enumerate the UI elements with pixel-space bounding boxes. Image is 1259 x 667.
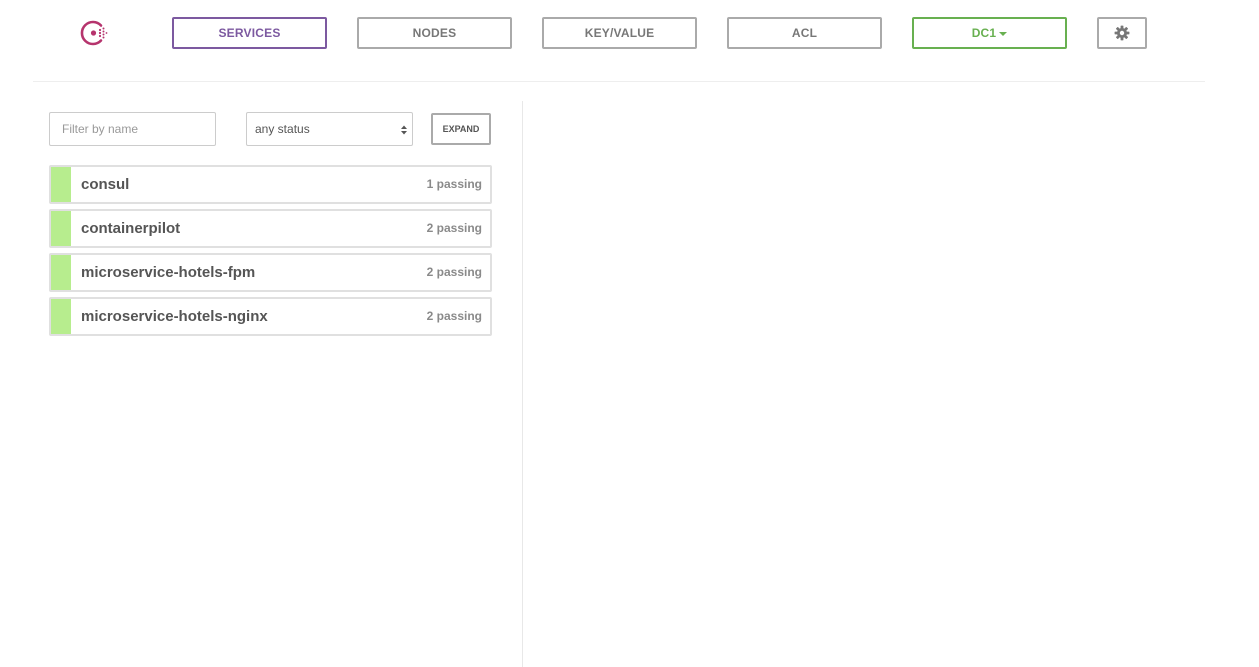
header-divider — [33, 81, 1205, 82]
select-arrows-icon — [400, 124, 408, 136]
service-name: consul — [81, 176, 130, 193]
service-name: containerpilot — [81, 220, 181, 237]
passing-status-indicator — [51, 211, 71, 246]
service-check-status: 2 passing — [426, 265, 482, 279]
nav-nodes-button[interactable]: NODES — [357, 17, 512, 49]
expand-button[interactable]: EXPAND — [431, 113, 491, 145]
nav-nodes-label: NODES — [412, 26, 457, 40]
service-row-microservice-hotels-nginx[interactable]: microservice-hotels-nginx 2 passing — [49, 297, 492, 336]
filter-by-name-input[interactable] — [49, 112, 216, 146]
nav-key-value-button[interactable]: KEY/VALUE — [542, 17, 697, 49]
passing-status-indicator — [51, 255, 71, 290]
consul-logo-icon[interactable] — [79, 17, 111, 49]
column-divider — [522, 101, 523, 667]
nav-acl-button[interactable]: ACL — [727, 17, 882, 49]
gear-icon — [1114, 25, 1130, 41]
nav-services-label: SERVICES — [218, 26, 281, 40]
expand-label: EXPAND — [442, 124, 480, 134]
service-check-status: 1 passing — [426, 177, 482, 191]
service-name: microservice-hotels-fpm — [81, 264, 256, 281]
service-list: consul 1 passing containerpilot 2 passin… — [49, 165, 492, 341]
passing-status-indicator — [51, 299, 71, 334]
service-row-containerpilot[interactable]: containerpilot 2 passing — [49, 209, 492, 248]
service-name: microservice-hotels-nginx — [81, 308, 268, 325]
service-check-status: 2 passing — [426, 309, 482, 323]
service-check-status: 2 passing — [426, 221, 482, 235]
service-row-microservice-hotels-fpm[interactable]: microservice-hotels-fpm 2 passing — [49, 253, 492, 292]
caret-down-icon — [999, 32, 1008, 36]
nav-key-value-label: KEY/VALUE — [584, 26, 655, 40]
settings-button[interactable] — [1097, 17, 1147, 49]
status-filter-select[interactable]: any status — [246, 112, 413, 146]
status-filter-value: any status — [255, 122, 310, 136]
nav-services-button[interactable]: SERVICES — [172, 17, 327, 49]
service-row-consul[interactable]: consul 1 passing — [49, 165, 492, 204]
passing-status-indicator — [51, 167, 71, 202]
datacenter-dropdown[interactable]: DC1 — [912, 17, 1067, 49]
nav-acl-label: ACL — [791, 26, 818, 40]
datacenter-label: DC1 — [971, 26, 997, 40]
